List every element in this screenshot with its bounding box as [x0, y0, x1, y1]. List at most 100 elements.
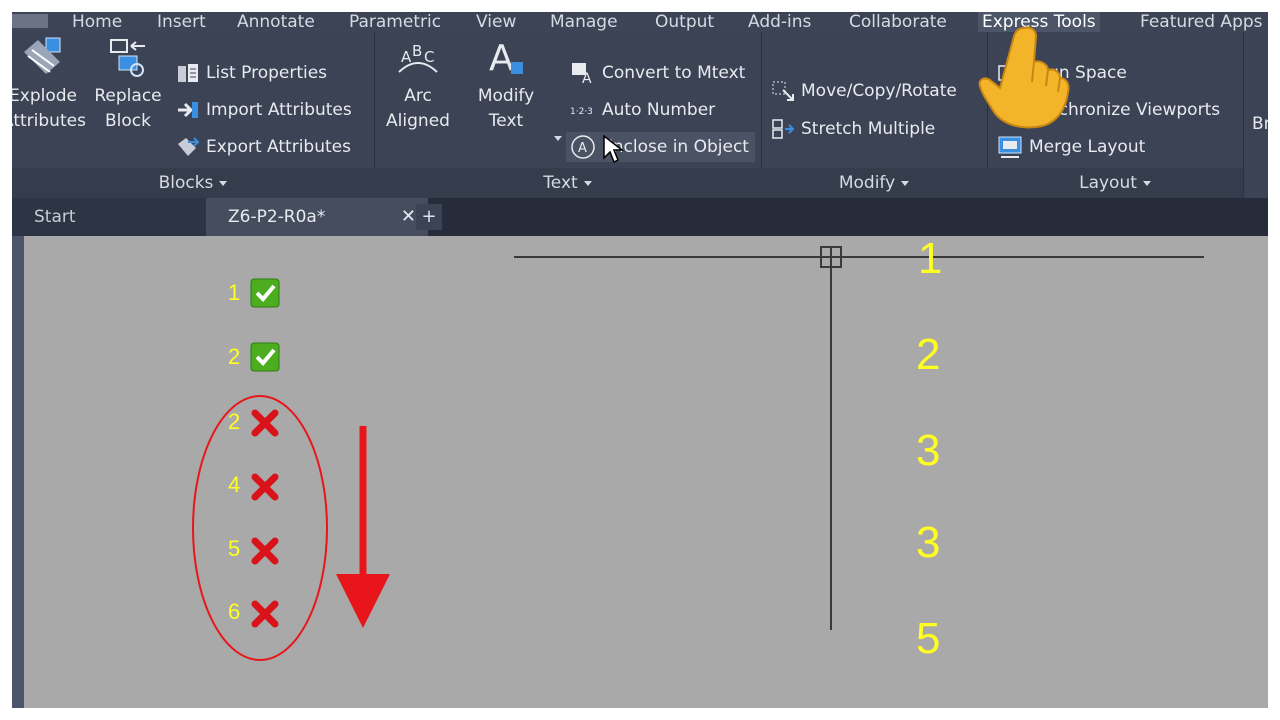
move-copy-rotate-icon — [772, 81, 794, 101]
pointing-hand-icon — [978, 26, 1070, 129]
left-number-3: 2 — [228, 409, 241, 434]
right-number-5: 5 — [916, 614, 941, 663]
list-properties-icon — [178, 64, 198, 82]
ribbon-tab-bar: Home Insert Annotate Parametric View Man… — [12, 12, 1268, 32]
text-label-text: Text — [543, 173, 578, 193]
svg-text:A: A — [489, 38, 514, 79]
modify-label-1: Modify — [477, 86, 535, 106]
tab-view[interactable]: View — [472, 12, 520, 32]
app-logo[interactable] — [12, 14, 48, 28]
modify-text-button[interactable]: A Modify Text — [468, 36, 544, 134]
auto-number-button[interactable]: 1·2·3 Auto Number — [570, 95, 715, 125]
right-number-3: 3 — [916, 426, 941, 475]
modify-text-dropdown-icon[interactable] — [554, 136, 562, 141]
new-tab-button[interactable]: + — [416, 204, 442, 230]
explode-label-1: Explode — [12, 86, 77, 106]
cutoff-panel-label[interactable]: Br — [1252, 114, 1268, 134]
auto-number-icon: 1·2·3 — [570, 107, 593, 117]
export-attributes-button[interactable]: Export Attributes — [176, 132, 351, 162]
merge-layout-label: Merge Layout — [1029, 137, 1146, 157]
check-icon — [250, 278, 280, 308]
svg-text:A: A — [582, 71, 592, 85]
tab-manage[interactable]: Manage — [546, 12, 622, 32]
export-attributes-icon — [178, 137, 200, 156]
left-number-2: 2 — [228, 344, 241, 369]
layout-dropdown-icon — [1142, 180, 1151, 186]
modify-panel-label[interactable]: Modify — [761, 168, 987, 198]
merge-layout-icon — [998, 136, 1022, 158]
arc-label-1: Arc — [404, 86, 432, 106]
convert-label: Convert to Mtext — [602, 63, 746, 83]
modify-label-text: Modify — [838, 173, 896, 193]
check-icon — [250, 342, 280, 372]
blocks-panel: Explode Attributes Replace Block — [12, 32, 375, 198]
blocks-dropdown-icon — [219, 180, 228, 186]
export-attributes-label: Export Attributes — [206, 137, 351, 157]
stretch-multiple-button[interactable]: Stretch Multiple — [771, 114, 935, 144]
enclose-label: Enclose in Object — [602, 137, 749, 157]
convert-to-mtext-icon: A — [572, 63, 592, 85]
cross-icon — [251, 473, 279, 501]
right-number-4: 3 — [916, 518, 941, 567]
right-number-2: 2 — [916, 330, 941, 379]
tab-start-label: Start — [34, 207, 76, 227]
tab-annotate[interactable]: Annotate — [233, 12, 319, 32]
tab-start[interactable]: Start — [12, 198, 212, 236]
cross-icon — [251, 537, 279, 565]
ribbon: Explode Attributes Replace Block — [12, 26, 1268, 198]
close-tab-icon[interactable]: ✕ — [401, 198, 416, 236]
blocks-panel-label[interactable]: Blocks — [12, 168, 374, 198]
replace-label-2: Block — [105, 111, 151, 131]
svg-text:1·2·3: 1·2·3 — [570, 107, 593, 117]
tab-collaborate[interactable]: Collaborate — [845, 12, 951, 32]
cross-icon — [251, 600, 279, 628]
import-attributes-button[interactable]: Import Attributes — [176, 95, 352, 125]
explode-attributes-icon — [24, 37, 61, 74]
svg-text:A: A — [401, 48, 412, 66]
convert-to-mtext-button[interactable]: A Convert to Mtext — [570, 58, 745, 88]
tab-drawing[interactable]: Z6-P2-R0a* ✕ — [206, 198, 428, 236]
svg-text:C: C — [424, 48, 434, 66]
move-copy-rotate-button[interactable]: Move/Copy/Rotate — [771, 76, 957, 106]
tab-featured-apps[interactable]: Featured Apps — [1136, 12, 1267, 32]
tab-insert[interactable]: Insert — [153, 12, 210, 32]
drawing-lines — [192, 246, 1204, 661]
autocad-window: Home Insert Annotate Parametric View Man… — [12, 12, 1268, 708]
explode-label-2: Attributes — [12, 111, 86, 131]
replace-block-button[interactable]: Replace Block — [90, 36, 166, 134]
right-number-1: 1 — [918, 234, 943, 283]
svg-text:A: A — [578, 141, 587, 156]
layout-label-text: Layout — [1079, 173, 1137, 193]
explode-attributes-button[interactable]: Explode Attributes — [12, 36, 86, 134]
stretch-multiple-icon — [772, 119, 795, 139]
left-number-6: 6 — [228, 599, 241, 624]
tab-parametric[interactable]: Parametric — [345, 12, 445, 32]
modify-dropdown-icon — [901, 180, 910, 186]
tab-home[interactable]: Home — [68, 12, 126, 32]
text-panel-label[interactable]: Text — [374, 168, 761, 198]
arrow-head — [336, 574, 390, 628]
arc-aligned-text-icon: A B C — [398, 42, 438, 73]
enclose-in-object-button[interactable]: A Enclose in Object — [566, 132, 755, 162]
tab-output[interactable]: Output — [651, 12, 718, 32]
import-attributes-icon — [178, 102, 198, 118]
layout-panel-label[interactable]: Layout — [987, 168, 1243, 198]
enclose-in-object-icon: A — [571, 135, 595, 159]
left-number-5: 5 — [228, 536, 241, 561]
file-tabs-bar: Start Z6-P2-R0a* ✕ + — [12, 198, 1268, 236]
text-panel: A B C Arc Aligned A Modify Text A Conver… — [374, 32, 762, 198]
modify-panel: Move/Copy/Rotate Stretch Multiple Modify — [761, 32, 988, 198]
replace-block-icon — [110, 39, 145, 77]
list-properties-label: List Properties — [206, 63, 328, 83]
tab-drawing-label: Z6-P2-R0a* — [228, 207, 326, 227]
text-dropdown-icon — [583, 180, 592, 186]
mouse-cursor-icon — [603, 134, 624, 164]
tab-add-ins[interactable]: Add-ins — [744, 12, 815, 32]
modify-label-2: Text — [488, 111, 524, 131]
list-properties-button[interactable]: List Properties — [176, 58, 327, 88]
left-number-1: 1 — [228, 280, 241, 305]
move-copy-rotate-label: Move/Copy/Rotate — [801, 81, 957, 101]
svg-text:B: B — [412, 42, 422, 60]
import-attributes-label: Import Attributes — [206, 100, 352, 120]
arc-aligned-button[interactable]: A B C Arc Aligned — [380, 36, 456, 134]
